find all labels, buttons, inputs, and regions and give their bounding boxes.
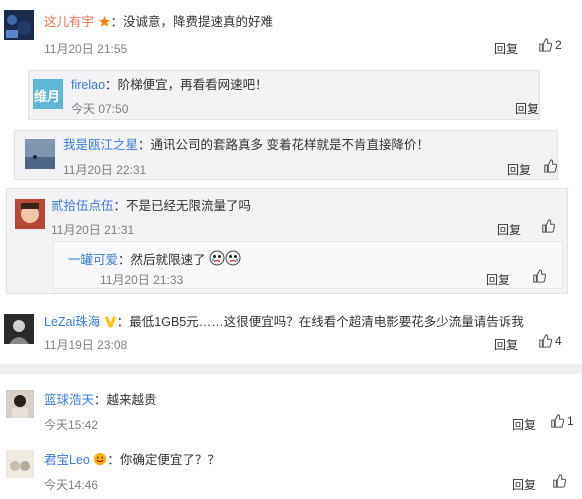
comment-time: 今天15:42 xyxy=(44,418,99,432)
reply-card: 我是瓯江之星：通讯公司的套路真多 变着花样就是不肯直接降价！ 11月20日 22… xyxy=(14,130,558,180)
comment-line: 贰拾伍点伍：不是已经无限流量了吗 xyxy=(51,199,252,213)
comment-line: 篮球浩天：越来越贵 xyxy=(44,393,157,407)
comment-text: 你确定便宜了？？ xyxy=(119,453,220,467)
comment-text: 然后就限速了 xyxy=(130,253,206,267)
comment-time: 11月20日 21:33 xyxy=(100,273,184,287)
username-link[interactable]: 我是瓯江之星 xyxy=(63,138,138,152)
comment-time: 11月20日 22:31 xyxy=(63,163,147,177)
avatar[interactable] xyxy=(6,450,34,478)
username-link[interactable]: 贰拾伍点伍 xyxy=(51,199,114,213)
username-link[interactable]: 这儿有宇 xyxy=(44,15,94,29)
username-link[interactable]: 君宝Leo xyxy=(44,453,90,467)
comment-time: 今天 07:50 xyxy=(71,102,129,116)
reply-button[interactable]: 回复 xyxy=(507,161,531,178)
comment-line: firelao：阶梯便宜，再看看网速吧！ xyxy=(71,78,268,92)
like-button[interactable] xyxy=(532,269,546,283)
username-link[interactable]: 一罐可爱 xyxy=(68,253,118,267)
comment-time: 11月20日 21:55 xyxy=(44,42,128,56)
avatar[interactable] xyxy=(4,314,34,344)
thumbs-up-icon xyxy=(553,474,566,488)
smile-badge-icon xyxy=(93,452,107,470)
thumbs-up-icon xyxy=(542,219,555,233)
comment-card: 这儿有宇 ：没诚意，降费提速真的好难 11月20日 21:55 回复 2 xyxy=(0,0,582,60)
username-link[interactable]: 篮球浩天 xyxy=(44,393,94,407)
like-button[interactable] xyxy=(541,219,555,233)
avatar[interactable] xyxy=(6,390,34,418)
crying-emoji-icon xyxy=(225,250,241,270)
comment-line: 我是瓯江之星：通讯公司的套路真多 变着花样就是不肯直接降价！ xyxy=(63,138,430,152)
reply-button[interactable]: 回复 xyxy=(486,271,510,288)
like-count: 1 xyxy=(567,414,574,428)
thumbs-up-icon xyxy=(533,269,546,283)
comment-line: 君宝Leo ：你确定便宜了？？ xyxy=(44,452,220,470)
like-button[interactable] xyxy=(552,474,566,488)
comment-time: 11月20日 21:31 xyxy=(51,223,135,237)
like-button[interactable] xyxy=(543,159,557,173)
reply-card: 维月 firelao：阶梯便宜，再看看网速吧！ 今天 07:50 回复 xyxy=(28,70,540,120)
vip-v-badge-icon xyxy=(104,315,117,332)
username-link[interactable]: firelao xyxy=(71,78,105,92)
reply-button[interactable]: 回复 xyxy=(497,221,521,238)
comment-card: LeZai珠海 ：最低1GB5元……这很便宜吗？在线看个超清电影要花多少流量请告… xyxy=(0,300,582,360)
like-button[interactable]: 1 xyxy=(550,414,574,428)
reply-button[interactable]: 回复 xyxy=(494,40,518,57)
comment-text: 最低1GB5元……这很便宜吗？在线看个超清电影要花多少流量请告诉我 xyxy=(129,315,524,329)
reply-card: 贰拾伍点伍：不是已经无限流量了吗 11月20日 21:31 回复 一罐可爱：然后… xyxy=(6,188,568,294)
thumbs-up-icon xyxy=(539,38,552,52)
nested-reply-card: 一罐可爱：然后就限速了 11月20日 21:33 回复 xyxy=(53,241,563,289)
like-count: 2 xyxy=(555,38,562,52)
like-button[interactable]: 2 xyxy=(538,38,562,52)
crying-emoji-icon xyxy=(209,250,225,270)
reply-button[interactable]: 回复 xyxy=(512,416,536,433)
comment-line: 这儿有宇 ：没诚意，降费提速真的好难 xyxy=(44,14,273,32)
comment-card: 君宝Leo ：你确定便宜了？？ 今天14:46 回复 xyxy=(0,440,582,499)
username-link[interactable]: LeZai珠海 xyxy=(44,315,100,329)
thumbs-up-icon xyxy=(551,414,564,428)
avatar[interactable] xyxy=(25,139,55,169)
like-count: 4 xyxy=(555,334,562,348)
like-button[interactable]: 4 xyxy=(538,334,562,348)
avatar[interactable] xyxy=(15,199,45,229)
comment-time: 11月19日 23:08 xyxy=(44,338,128,352)
comment-line: LeZai珠海 ：最低1GB5元……这很便宜吗？在线看个超清电影要花多少流量请告… xyxy=(44,314,524,332)
reply-button[interactable]: 回复 xyxy=(515,100,539,117)
comment-text: 越来越贵 xyxy=(106,393,157,407)
comment-line: 一罐可爱：然后就限速了 xyxy=(68,250,241,270)
reply-button[interactable]: 回复 xyxy=(512,476,536,493)
thumbs-up-icon xyxy=(539,334,552,348)
avatar[interactable] xyxy=(4,10,34,40)
reply-button[interactable]: 回复 xyxy=(494,336,518,353)
comment-text: 不是已经无限流量了吗 xyxy=(126,199,252,213)
comment-text: 通讯公司的套路真多 变着花样就是不肯直接降价！ xyxy=(150,138,430,152)
avatar[interactable]: 维月 xyxy=(33,79,63,109)
comment-time: 今天14:46 xyxy=(44,478,99,492)
divider xyxy=(0,364,582,374)
comment-text: 阶梯便宜，再看看网速吧！ xyxy=(117,78,268,92)
thumbs-up-icon xyxy=(544,159,557,173)
comment-text: 没诚意，降费提速真的好难 xyxy=(123,15,274,29)
star-badge-icon xyxy=(98,15,111,32)
comment-card: 篮球浩天：越来越贵 今天15:42 回复 1 xyxy=(0,378,582,436)
